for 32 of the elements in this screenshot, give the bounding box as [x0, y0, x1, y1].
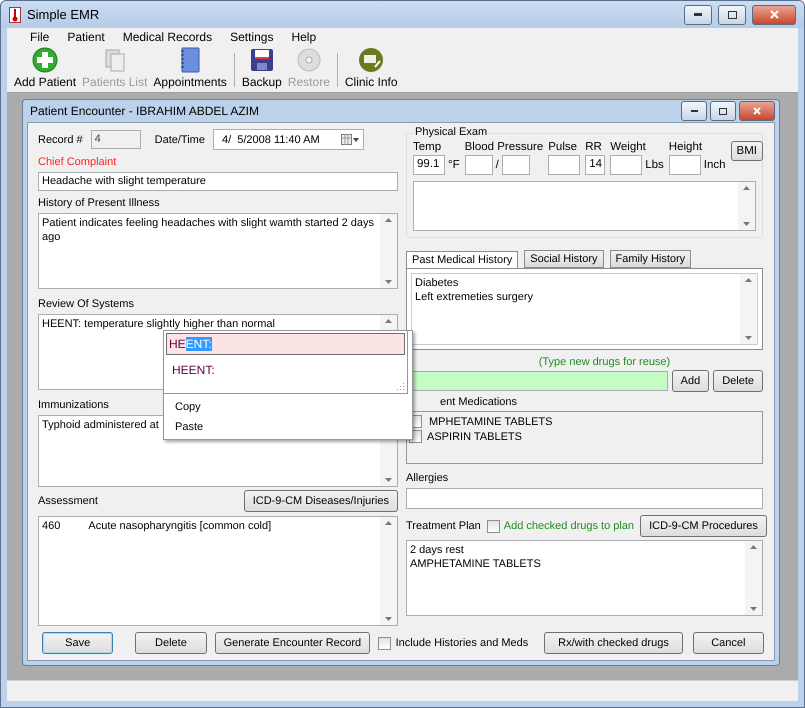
field-label: Date/Time	[154, 134, 205, 146]
medication-name: ASPIRIN TABLETS	[427, 430, 522, 443]
vital-label: RR	[585, 141, 602, 154]
history-text: Diabetes Left extremeties surgery	[414, 276, 534, 306]
unit-label: Inch	[704, 159, 726, 172]
field-label: Immunizations	[38, 399, 109, 412]
vital-label: Temp	[413, 141, 442, 154]
hint-text: (Type new drugs for reuse)	[538, 356, 672, 368]
vital-label: Weight	[610, 141, 646, 154]
medication-name: MPHETAMINE TABLETS	[429, 416, 552, 428]
field-label: Treatment Plan	[406, 520, 481, 532]
field-label: History of Present Illness	[38, 197, 160, 210]
field-label: Assessment	[38, 495, 98, 508]
field-label: ent Medications	[440, 396, 518, 410]
vital-label: Pulse	[548, 141, 578, 154]
diagnosis-description: Acute nasopharyngitis [common cold]	[88, 519, 272, 534]
vital-label: Height	[668, 141, 702, 154]
field-label: Review Of Systems	[38, 298, 134, 312]
record-field: 4	[90, 130, 141, 150]
unit-label: Lbs	[645, 159, 664, 172]
field-label: Chief Complaint	[38, 156, 116, 170]
window-title: Patient Encounter - IBRAHIM ABDEL AZIM	[30, 104, 260, 118]
checkbox-label: Add checked drugs to plan	[504, 520, 634, 532]
checkbox-label: Include Histories and Meds	[396, 637, 528, 650]
separator-text: /	[496, 159, 499, 172]
group-title: Physical Exam	[413, 126, 490, 138]
vital-label: Blood Pressure	[464, 141, 544, 154]
unit-label: °F	[448, 159, 460, 172]
field-label: Allergies	[406, 472, 448, 486]
window-title: Simple EMR	[27, 7, 100, 22]
diagnosis-code: 460	[42, 519, 60, 534]
field-label: Record #	[38, 134, 83, 146]
